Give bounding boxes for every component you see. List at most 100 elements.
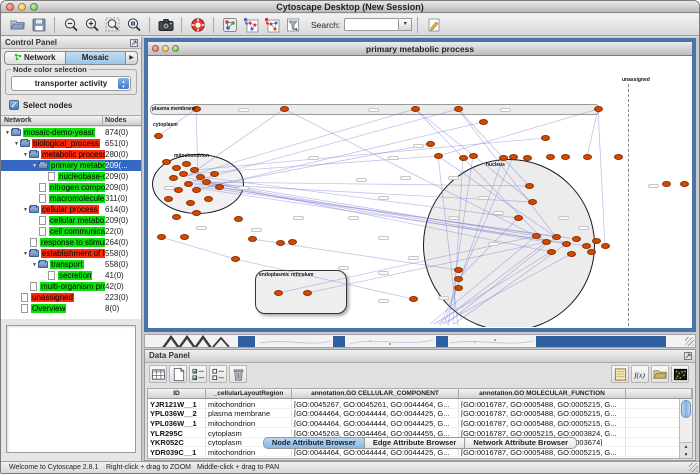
network-view-titlebar[interactable]: primary metabolic process — [148, 42, 692, 56]
scrollbar-thumb[interactable] — [681, 400, 691, 418]
tree-item-multi-organism-pro[interactable]: multi-organism pro42(0) — [1, 281, 141, 292]
network-node[interactable] — [454, 276, 463, 282]
network-node[interactable] — [567, 251, 576, 257]
network-node[interactable] — [587, 249, 596, 255]
tree-item-mosaic-demo-yeast[interactable]: ▼mosaic-demo-yeast874(0) — [1, 127, 141, 138]
network-node[interactable] — [162, 159, 171, 165]
network-node[interactable] — [592, 238, 601, 244]
network-node[interactable] — [202, 179, 211, 185]
expand-triangle-icon[interactable]: ▼ — [31, 163, 38, 169]
table-row[interactable]: YJR121W__1mitochondrion[GO:0045267, GO:0… — [148, 399, 692, 409]
tree-item-metabolic-process[interactable]: ▼metabolic process280(0) — [1, 149, 141, 160]
tree-item-unassigned[interactable]: unassigned223(0) — [1, 292, 141, 303]
network-node[interactable] — [215, 184, 224, 190]
expand-triangle-icon[interactable]: ▼ — [31, 262, 38, 268]
network-node[interactable] — [499, 155, 508, 161]
expand-triangle-icon[interactable]: ▼ — [22, 207, 29, 213]
network-node[interactable] — [172, 214, 181, 220]
network-node[interactable] — [180, 234, 189, 240]
tree-column-network[interactable]: Network — [1, 116, 103, 125]
network-node[interactable] — [276, 240, 285, 246]
network-canvas[interactable]: plasma membrane cytoplasm mitochondrion … — [148, 56, 692, 327]
notes-icon[interactable] — [611, 365, 629, 383]
network-node[interactable] — [459, 155, 468, 161]
network-node[interactable] — [479, 119, 488, 125]
table-cell[interactable]: [GO:0016787, GO:0005488, GO:0005215, G..… — [459, 399, 626, 408]
unselect-attrs-icon[interactable] — [209, 365, 227, 383]
network-copy-icon[interactable] — [262, 15, 281, 34]
title-bar[interactable]: Cytoscape Desktop (New Session) — [1, 1, 699, 13]
zoom-in-icon[interactable] — [82, 15, 101, 34]
network-node[interactable] — [614, 154, 623, 160]
close-icon[interactable] — [152, 45, 159, 52]
network-node[interactable] — [434, 153, 443, 159]
table-row[interactable]: YPL036W__2plasma membrane[GO:0044464, GO… — [148, 409, 692, 419]
search-dropdown-icon[interactable]: ▾ — [399, 18, 412, 31]
resize-grip-icon[interactable] — [685, 337, 694, 346]
network-node[interactable] — [454, 285, 463, 291]
expand-triangle-icon[interactable]: ▼ — [4, 130, 11, 136]
import-icon[interactable] — [651, 365, 669, 383]
tree-item-secretion[interactable]: secretion41(0) — [1, 270, 141, 281]
network-node[interactable] — [409, 296, 418, 302]
network-node[interactable] — [454, 267, 463, 273]
network-node[interactable] — [411, 106, 420, 112]
table-cell[interactable]: mitochondrion — [206, 418, 292, 427]
network-node[interactable] — [210, 171, 219, 177]
table-cell[interactable]: [GO:0045267, GO:0045261, GO:0044464, G..… — [292, 399, 459, 408]
matrix-icon[interactable] — [671, 365, 689, 383]
tree-item-establishment-of-lo[interactable]: ▼establishment of lo558(0) — [1, 248, 141, 259]
network-node[interactable] — [192, 210, 201, 216]
tree-item-transport[interactable]: ▼transport558(0) — [1, 259, 141, 270]
table-cell[interactable]: YPL036W__1 — [148, 418, 206, 427]
expand-triangle-icon[interactable]: ▼ — [22, 152, 29, 158]
table-cell[interactable]: [GO:0044464, GO:0044444, GO:0044425, G..… — [292, 409, 459, 418]
select-nodes-checkbox[interactable]: ✓ — [9, 100, 19, 110]
expand-triangle-icon[interactable]: ▼ — [13, 141, 20, 147]
table-column-header[interactable]: annotation.GO MOLECULAR_FUNCTION — [459, 389, 626, 398]
table-row[interactable]: YPL036W__1mitochondrion[GO:0044464, GO:0… — [148, 418, 692, 428]
network-node[interactable] — [523, 155, 532, 161]
table-cell[interactable]: mitochondrion — [206, 399, 292, 408]
network-node[interactable] — [601, 243, 610, 249]
tree-column-nodes[interactable]: Nodes — [103, 116, 141, 125]
table-cell[interactable]: YJR121W__1 — [148, 399, 206, 408]
open-icon[interactable] — [8, 15, 27, 34]
help-icon[interactable] — [188, 15, 207, 34]
tab-network-attribute-browser[interactable]: Network Attribute Browser — [465, 437, 577, 449]
table-cell[interactable]: [GO:0016787, GO:0005215, GO:0003824, G..… — [459, 428, 626, 437]
vizmapper-icon[interactable] — [220, 15, 239, 34]
node-color-dropdown[interactable]: transporter activity ▲▼ — [11, 76, 131, 91]
network-node[interactable] — [248, 236, 257, 242]
table-cell[interactable]: [GO:0016787, GO:0005488, GO:0005215, G..… — [459, 409, 626, 418]
network-node[interactable] — [204, 196, 213, 202]
zoom-selected-icon[interactable] — [103, 15, 122, 34]
network-node[interactable] — [426, 141, 435, 147]
birdseye-view-panel[interactable] — [6, 325, 136, 453]
search-input[interactable] — [344, 18, 399, 31]
resize-grip-icon[interactable] — [689, 463, 698, 472]
background-windows-strip[interactable] — [144, 334, 696, 348]
network-node[interactable] — [192, 187, 201, 193]
tab-network[interactable]: Network — [4, 51, 66, 65]
network-node[interactable] — [169, 175, 178, 181]
snapshot-icon[interactable] — [156, 15, 175, 34]
new-attr-icon[interactable] — [169, 365, 187, 383]
network-node[interactable] — [274, 290, 283, 296]
table-scrollbar[interactable]: ▲▼ — [679, 399, 692, 458]
network-node[interactable] — [179, 171, 188, 177]
network-node[interactable] — [514, 215, 523, 221]
network-node[interactable] — [562, 241, 571, 247]
network-link-icon[interactable] — [241, 15, 260, 34]
network-node[interactable] — [509, 154, 518, 160]
network-node[interactable] — [594, 106, 603, 112]
network-node[interactable] — [542, 239, 551, 245]
table-cell[interactable]: plasma membrane — [206, 409, 292, 418]
table-cell[interactable]: [GO:0044464, GO:0044444, GO:0044425, G..… — [292, 418, 459, 427]
float-panel-icon[interactable] — [130, 39, 138, 47]
tree-item-cellular-metabo[interactable]: cellular metabo209(0) — [1, 215, 141, 226]
network-node[interactable] — [231, 256, 240, 262]
network-node[interactable] — [454, 106, 463, 112]
network-node[interactable] — [662, 181, 671, 187]
network-node[interactable] — [172, 165, 181, 171]
